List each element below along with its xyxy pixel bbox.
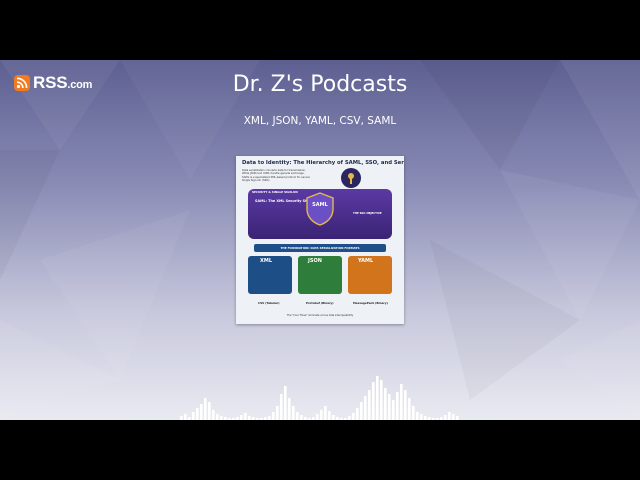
waveform-bar: [208, 402, 211, 420]
waveform-bar: [436, 418, 439, 420]
waveform-bar: [324, 406, 327, 420]
waveform-bar: [456, 416, 459, 420]
audio-waveform: [180, 376, 459, 420]
waveform-bar: [380, 380, 383, 420]
waveform-bar: [232, 418, 235, 420]
waveform-bar: [452, 414, 455, 420]
waveform-bar: [444, 415, 447, 420]
waveform-bar: [320, 410, 323, 420]
waveform-bar: [376, 376, 379, 420]
waveform-bar: [412, 406, 415, 420]
waveform-bar: [336, 417, 339, 420]
waveform-bar: [200, 404, 203, 420]
player-frame: RSS.com Dr. Z's Podcasts XML, JSON, YAML…: [0, 0, 640, 480]
waveform-bar: [360, 402, 363, 420]
waveform-bar: [268, 416, 271, 420]
waveform-bar: [216, 414, 219, 420]
waveform-bar: [300, 415, 303, 420]
waveform-bar: [428, 417, 431, 420]
waveform-bar: [364, 396, 367, 420]
waveform-bar: [192, 412, 195, 420]
waveform-bar: [180, 416, 183, 420]
waveform-bar: [228, 418, 231, 420]
waveform-bar: [240, 415, 243, 420]
waveform-bar: [280, 394, 283, 420]
waveform-bar: [416, 412, 419, 420]
waveform-bar: [352, 413, 355, 420]
podcast-card: RSS.com Dr. Z's Podcasts XML, JSON, YAML…: [0, 60, 640, 420]
waveform-bar: [404, 390, 407, 420]
waveform-bar: [272, 412, 275, 420]
waveform-bar: [368, 390, 371, 420]
waveform-bar: [384, 388, 387, 420]
waveform-bar: [420, 414, 423, 420]
waveform-bar: [448, 412, 451, 420]
waveform-bar: [392, 400, 395, 420]
waveform-bar: [204, 398, 207, 420]
waveform-bar: [276, 406, 279, 420]
waveform-bar: [372, 382, 375, 420]
waveform-bar: [244, 413, 247, 420]
waveform-bar: [188, 417, 191, 420]
waveform-bar: [308, 418, 311, 420]
waveform-bar: [408, 398, 411, 420]
waveform-bar: [340, 418, 343, 420]
waveform-bar: [400, 384, 403, 420]
waveform-bar: [396, 392, 399, 420]
waveform-bar: [296, 412, 299, 420]
waveform-bar: [332, 415, 335, 420]
waveform-bar: [292, 406, 295, 420]
waveform-bar: [388, 394, 391, 420]
waveform-bar: [432, 418, 435, 420]
waveform-bar: [316, 414, 319, 420]
waveform-bar: [356, 408, 359, 420]
waveform-bar: [212, 410, 215, 420]
waveform-bar: [288, 398, 291, 420]
waveform-bar: [328, 411, 331, 420]
waveform-bar: [348, 416, 351, 420]
waveform-bar: [224, 417, 227, 420]
waveform-bar: [344, 418, 347, 420]
waveform-bar: [256, 418, 259, 420]
waveform-bar: [424, 416, 427, 420]
waveform-bar: [304, 417, 307, 420]
waveform-bar: [248, 416, 251, 420]
waveform-bar: [260, 418, 263, 420]
waveform-bar: [264, 417, 267, 420]
waveform-bar: [312, 417, 315, 420]
waveform-bar: [236, 417, 239, 420]
waveform-bar: [196, 408, 199, 420]
waveform-bar: [440, 417, 443, 420]
waveform-bar: [220, 416, 223, 420]
waveform-bar: [284, 386, 287, 420]
waveform-bar: [184, 414, 187, 420]
waveform-bar: [252, 417, 255, 420]
